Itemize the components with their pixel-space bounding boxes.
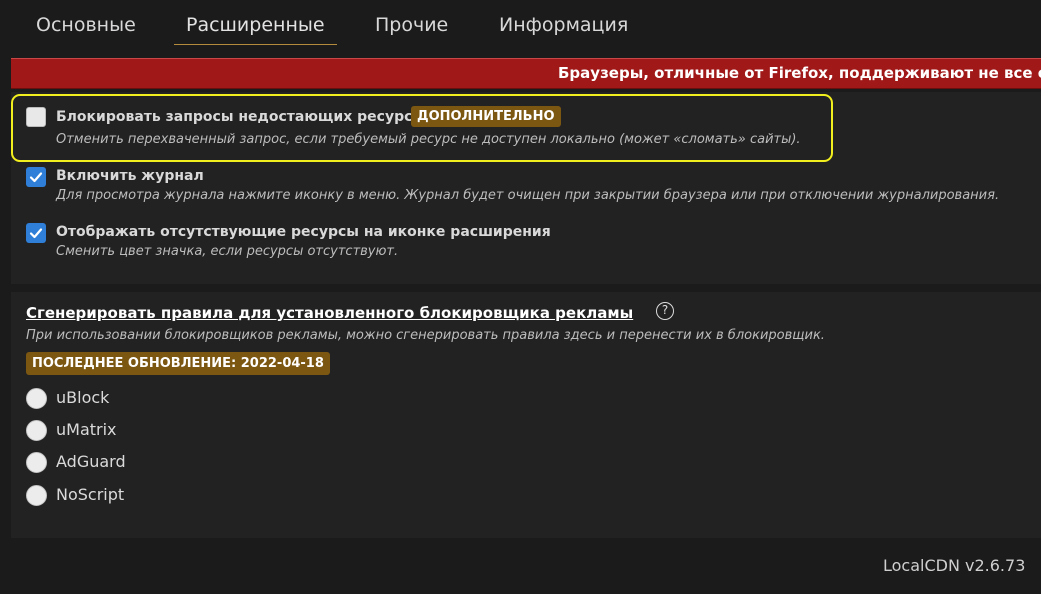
tab-info[interactable]: Информация [487, 14, 640, 44]
checkmark-icon [29, 228, 43, 239]
enable-log-title: Включить журнал [56, 168, 204, 184]
version-label: LocalCDN v2.6.73 [883, 556, 1026, 575]
highlight-outline [11, 94, 833, 162]
ublock-radio[interactable] [26, 388, 47, 409]
umatrix-radio[interactable] [26, 420, 47, 441]
adguard-radio[interactable] [26, 452, 47, 473]
enable-log-checkbox[interactable] [26, 167, 46, 187]
options-page: Основные Расширенные Прочие Информация Б… [0, 0, 1041, 594]
tab-bar: Основные Расширенные Прочие Информация [0, 0, 1041, 50]
tab-other[interactable]: Прочие [363, 14, 460, 44]
umatrix-label[interactable]: uMatrix [56, 420, 117, 439]
tab-basic[interactable]: Основные [24, 14, 148, 44]
ublock-label[interactable]: uBlock [56, 388, 109, 407]
checkmark-icon [29, 172, 43, 183]
rules-description: При использовании блокировщиков рекламы,… [26, 328, 825, 343]
help-icon[interactable]: ? [656, 302, 674, 320]
banner-text: Браузеры, отличные от Firefox, поддержив… [558, 64, 1041, 82]
last-update-badge: ПОСЛЕДНЕЕ ОБНОВЛЕНИЕ: 2022-04-18 [26, 352, 330, 375]
show-missing-icon-description: Сменить цвет значка, если ресурсы отсутс… [56, 244, 399, 259]
noscript-label[interactable]: NoScript [56, 485, 124, 504]
generate-rules-link[interactable]: Сгенерировать правила для установленного… [26, 304, 633, 322]
show-missing-icon-checkbox[interactable] [26, 223, 46, 243]
enable-log-description: Для просмотра журнала нажмите иконку в м… [56, 188, 1000, 203]
show-missing-icon-title: Отображать отсутствующие ресурсы на икон… [56, 224, 551, 240]
noscript-radio[interactable] [26, 485, 47, 506]
adguard-label[interactable]: AdGuard [56, 452, 126, 471]
browser-warning-banner: Браузеры, отличные от Firefox, поддержив… [11, 58, 1041, 89]
tab-advanced[interactable]: Расширенные [174, 14, 337, 45]
